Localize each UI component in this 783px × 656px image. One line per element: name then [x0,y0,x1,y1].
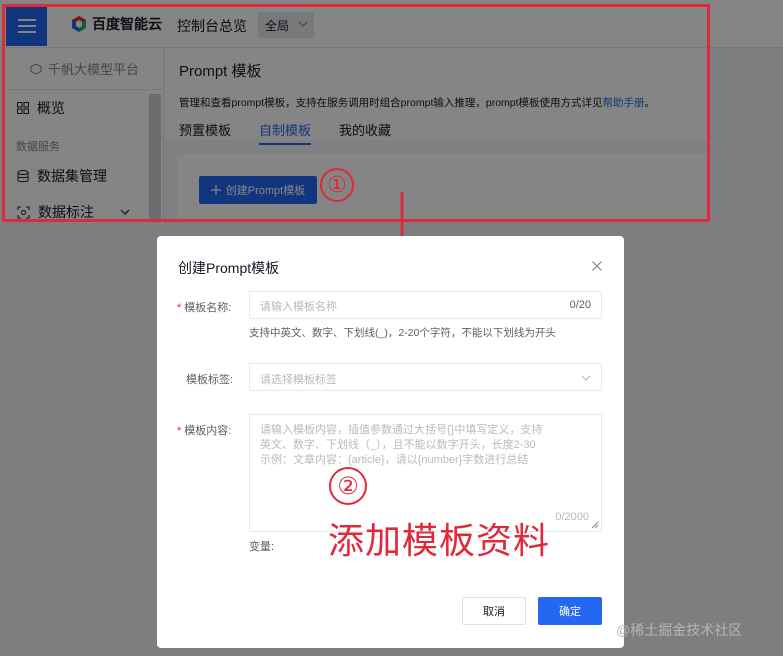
template-tag-select[interactable]: 请选择模板标签 [249,363,602,391]
template-name-label: * 模板名称: [177,302,232,314]
resize-handle-icon[interactable] [591,521,599,529]
step-1-marker: ① [320,168,354,202]
template-content-label: * 模板内容: [177,425,232,437]
chevron-down-icon [581,375,591,381]
annotation-note: 添加模板资料 [328,521,551,562]
template-name-hint: 支持中英文、数字、下划线(_)，2-20个字符，不能以下划线为开头 [249,327,556,339]
content-char-counter: 0/2000 [555,511,589,523]
cancel-button[interactable]: 取消 [462,597,526,625]
dialog-title: 创建Prompt模板 [178,260,280,276]
template-name-input[interactable]: 请输入模板名称 0/20 [249,291,602,319]
confirm-button[interactable]: 确定 [538,597,602,625]
watermark: @稀土掘金技术社区 [616,622,743,638]
template-tag-label: 模板标签: [186,374,234,386]
step-2-marker: ② [329,467,367,505]
name-char-counter: 0/20 [569,299,591,311]
create-template-dialog: 创建Prompt模板 * 模板名称: 请输入模板名称 0/20 支持中英文、数字、… [157,236,624,648]
close-icon[interactable] [592,261,602,271]
variables-label: 变量: [249,541,275,553]
